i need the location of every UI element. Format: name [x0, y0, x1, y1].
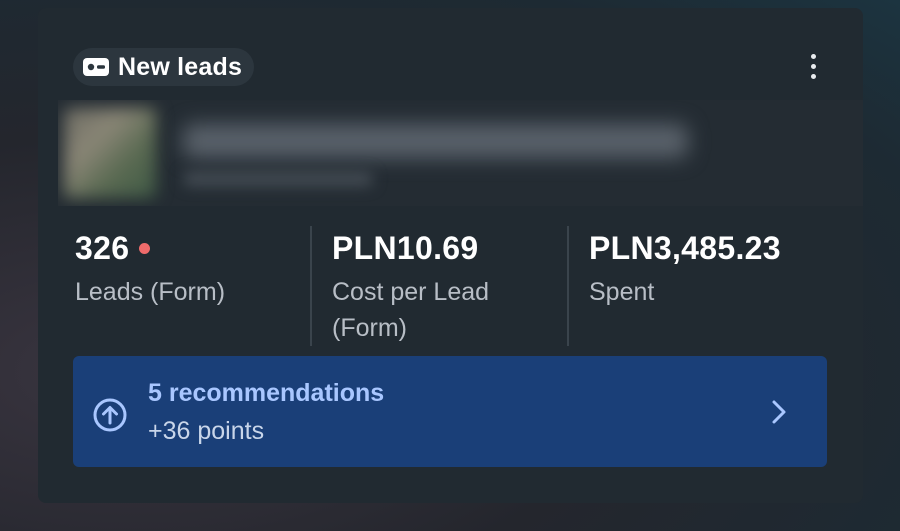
arrow-up-circle-icon [93, 398, 127, 432]
ad-preview-row[interactable] [58, 100, 863, 206]
stat-label: Leads (Form) [75, 278, 226, 306]
ad-subtitle-blurred [183, 172, 373, 186]
stat-cost-per-lead[interactable]: PLN10.69 Cost per Lead (Form) [332, 216, 562, 346]
more-options-button[interactable] [801, 48, 825, 84]
lead-form-icon [83, 58, 109, 76]
stat-spent[interactable]: PLN3,485.23 Spent [589, 216, 839, 310]
divider [567, 226, 569, 346]
chevron-right-icon [772, 400, 786, 424]
stat-value: 326 [75, 230, 130, 266]
ad-card: New leads 326 Leads (Form) PLN10.69 Cost… [38, 8, 863, 503]
recommendations-points: +36 points [148, 417, 265, 445]
alert-dot [139, 242, 151, 254]
stat-value: PLN10.69 [332, 230, 479, 266]
stat-leads[interactable]: 326 Leads (Form) [75, 216, 305, 310]
ad-title-blurred [183, 124, 688, 158]
recommendations-button[interactable]: 5 recommendations +36 points [73, 356, 827, 467]
stat-value: PLN3,485.23 [589, 230, 781, 266]
stat-label: Spent [589, 278, 655, 306]
badge-label: New leads [118, 52, 243, 81]
divider [310, 226, 312, 346]
ad-thumbnail [64, 108, 156, 198]
recommendations-title: 5 recommendations [148, 379, 385, 407]
more-vertical-icon [810, 53, 816, 59]
new-leads-badge: New leads [73, 48, 255, 86]
stat-label: Cost per Lead (Form) [332, 278, 490, 342]
stats-row: 326 Leads (Form) PLN10.69 Cost per Lead … [38, 216, 863, 346]
